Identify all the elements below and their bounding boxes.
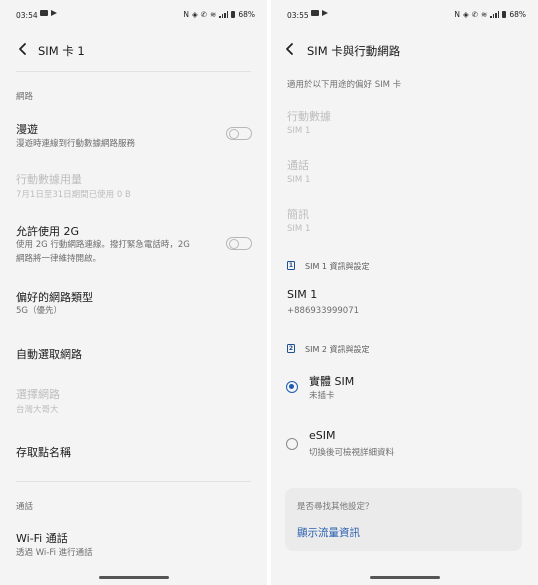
nfc-icon: N xyxy=(454,10,460,19)
battery-icon xyxy=(231,11,236,18)
esim-subtitle: 切換後可檢視詳細資料 xyxy=(309,448,395,458)
play-icon xyxy=(322,10,328,16)
allow-2g-subtitle-line2: 網路將一律維持開啟。 xyxy=(16,254,102,264)
data-usage-subtitle: 7月1日至31日期間已使用 0 B xyxy=(16,190,131,200)
allow-2g-subtitle-line1: 使用 2G 行動網路連線。撥打緊急電話時，2G xyxy=(16,240,190,250)
roaming-toggle[interactable] xyxy=(226,127,252,140)
battery-icon xyxy=(502,11,507,18)
signal-icon xyxy=(490,11,500,18)
esim-title: eSIM xyxy=(309,429,336,442)
apn-item[interactable]: 存取點名稱 xyxy=(16,444,71,460)
battery-percent: 68% xyxy=(509,10,526,19)
notification-icon xyxy=(311,10,319,16)
wifi-icon: ≋ xyxy=(481,10,488,19)
back-arrow-icon[interactable] xyxy=(16,42,30,56)
sim1-phone-number: +886933999071 xyxy=(287,306,360,316)
allow-2g-title: 允許使用 2G xyxy=(16,225,80,238)
nfc-icon: N xyxy=(183,10,189,19)
sim1-section-header: SIM 1 資訊與設定 xyxy=(305,262,370,271)
sim1-title: SIM 1 xyxy=(287,288,318,301)
back-arrow-icon[interactable] xyxy=(283,42,297,56)
calls-subtitle: SIM 1 xyxy=(287,175,311,185)
wifi-call-icon: ✆ xyxy=(471,10,479,19)
physical-sim-radio[interactable] xyxy=(286,381,298,393)
divider xyxy=(16,71,251,72)
battery-percent: 68% xyxy=(238,10,255,19)
sim-card-icon: 1 xyxy=(287,261,295,270)
esim-radio[interactable] xyxy=(286,438,298,450)
vibrate-icon: ◈ xyxy=(191,10,198,19)
preferred-sim-header: 適用於以下用途的偏好 SIM 卡 xyxy=(287,80,402,90)
page-title: SIM 卡 1 xyxy=(38,44,85,58)
roaming-title: 漫遊 xyxy=(16,123,38,136)
notification-icon xyxy=(40,10,48,16)
play-icon xyxy=(51,10,57,16)
page-title: SIM 卡與行動網路 xyxy=(307,44,401,58)
allow-2g-toggle[interactable] xyxy=(226,237,252,250)
status-time: 03:54 xyxy=(16,11,38,20)
sim2-section-header: SIM 2 資訊與設定 xyxy=(305,345,370,354)
other-settings-question: 是否尋找其他設定？ xyxy=(297,502,374,512)
physical-sim-title: 實體 SIM xyxy=(309,375,355,388)
sms-subtitle: SIM 1 xyxy=(287,224,311,234)
choose-network-title: 選擇網路 xyxy=(16,388,60,401)
choose-network-subtitle: 台灣大哥大 xyxy=(16,405,59,415)
sms-title: 簡訊 xyxy=(287,208,309,221)
data-usage-title: 行動數據用量 xyxy=(16,173,82,186)
other-settings-card: 是否尋找其他設定？ 顯示流量資訊 xyxy=(285,488,522,551)
show-data-usage-link[interactable]: 顯示流量資訊 xyxy=(297,525,360,540)
auto-select-network-item[interactable]: 自動選取網路 xyxy=(16,346,82,362)
signal-icon xyxy=(219,11,229,18)
divider xyxy=(16,481,251,482)
home-indicator[interactable] xyxy=(369,576,440,579)
app-bar: SIM 卡 1 xyxy=(0,38,267,62)
sim1-settings-screen: 03:54 N ◈ ✆ ≋ 68% SIM 卡 1 網路 漫遊 漫遊時連線到行動… xyxy=(0,0,267,585)
wifi-call-icon: ✆ xyxy=(200,10,208,19)
mobile-data-title: 行動數據 xyxy=(287,110,331,123)
status-bar: 03:55 N ◈ ✆ ≋ 68% xyxy=(271,8,538,24)
wifi-icon: ≋ xyxy=(210,10,217,19)
status-bar: 03:54 N ◈ ✆ ≋ 68% xyxy=(0,8,267,24)
status-time: 03:55 xyxy=(287,11,309,20)
preferred-network-subtitle: 5G（優先） xyxy=(16,306,62,316)
mobile-data-subtitle: SIM 1 xyxy=(287,126,311,136)
calls-title: 通話 xyxy=(287,159,309,172)
vibrate-icon: ◈ xyxy=(462,10,469,19)
app-bar: SIM 卡與行動網路 xyxy=(271,38,538,62)
wifi-calling-subtitle: 透過 Wi-Fi 進行通話 xyxy=(16,548,93,558)
home-indicator[interactable] xyxy=(98,576,169,579)
section-header-calls: 通話 xyxy=(16,502,34,512)
sim-card-icon: 2 xyxy=(287,344,295,353)
roaming-subtitle: 漫遊時連線到行動數據網路服務 xyxy=(16,139,136,149)
wifi-calling-title: Wi-Fi 通話 xyxy=(16,532,68,545)
section-header-network: 網路 xyxy=(16,92,34,102)
physical-sim-subtitle: 未插卡 xyxy=(309,391,335,401)
sim-and-mobile-network-screen: 03:55 N ◈ ✆ ≋ 68% SIM 卡與行動網路 適用於以下用途的偏好 … xyxy=(271,0,538,585)
preferred-network-title: 偏好的網路類型 xyxy=(16,291,93,304)
